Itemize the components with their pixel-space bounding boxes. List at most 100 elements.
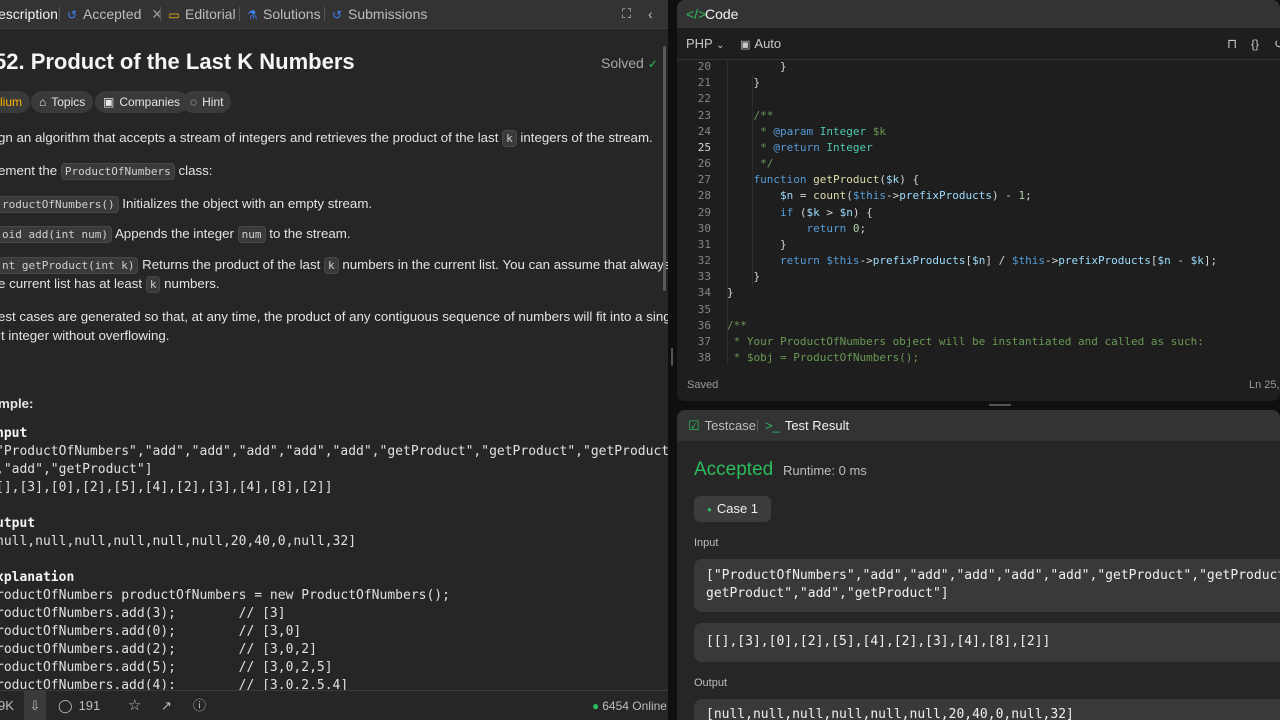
line-number: 33 [697, 270, 711, 283]
difficulty-badge: lium [0, 91, 31, 113]
code-line: /** [727, 319, 747, 332]
tag-icon: ⌂ [39, 95, 47, 109]
description-tab-bar: escription ↺ Accepted ✕ ▭ Editorial ⚗ Solut… [0, 0, 668, 29]
line-number: 29 [697, 206, 711, 219]
inline-code: nt getProduct(int k) [0, 257, 139, 274]
scrollbar[interactable] [663, 46, 666, 291]
example-heading: mple: [0, 396, 34, 411]
tab-divider [239, 7, 240, 21]
line-number: 25 [697, 141, 711, 154]
tab-editorial-label: Editorial [185, 6, 236, 22]
line-number: 32 [697, 254, 711, 267]
output-label: Output [694, 677, 728, 689]
explanation-line: roductOfNumbers.add(4): // [3.0.2.5.4] [0, 678, 349, 690]
code-title: Code [705, 6, 739, 22]
code-toolbar: PHP ⌄ ▣ Auto ⊓ {} ↺ [677, 29, 1280, 60]
bullet-constructor: roductOfNumbers() Initializes the object… [0, 194, 372, 214]
cursor-position: Ln 25, [1249, 379, 1280, 391]
reset-icon[interactable]: ↺ [1274, 29, 1280, 59]
code-line: * Your ProductOfNumbers object will be i… [727, 335, 1204, 348]
format-code-icon[interactable]: {} [1251, 29, 1259, 59]
star-icon[interactable]: ☆ [128, 691, 141, 720]
comments-button[interactable]: ◯ 191 [58, 691, 100, 720]
inline-code: k [324, 257, 339, 274]
hint-label: Hint [202, 95, 224, 109]
line-number: 31 [697, 238, 711, 251]
line-number: 21 [697, 76, 711, 89]
tab-testcase[interactable]: ☑ Testcase [688, 410, 756, 441]
tab-testcase-label: Testcase [704, 418, 756, 433]
inline-code: k [145, 276, 161, 293]
save-status: Saved [687, 379, 719, 391]
resize-handle[interactable] [671, 348, 673, 366]
code-line: */ [727, 157, 774, 170]
line-number: 27 [697, 173, 711, 186]
line-number: 38 [697, 351, 711, 364]
tab-submissions[interactable]: ↺ Submissions [330, 0, 427, 28]
code-line: if ($k > $n) { [779, 206, 873, 219]
bullet-getproduct-cont: e current list has at least k numbers. [0, 274, 220, 294]
line-number: 26 [697, 157, 711, 170]
case-1-button[interactable]: ● Case 1 [694, 496, 772, 522]
text: Returns the product of the last [142, 257, 321, 272]
code-header: </> Code [677, 0, 1280, 28]
tab-editorial[interactable]: ▭ Editorial [167, 0, 236, 28]
text: e current list has at least [0, 276, 143, 291]
description-panel: escription ↺ Accepted ✕ ▭ Editorial ⚗ Solut… [0, 0, 668, 720]
tab-accepted[interactable]: ↺ Accepted ✕ [65, 0, 163, 28]
input-args: [[],[3],[0],[2],[5],[4],[2],[3],[4],[8],… [706, 634, 1051, 649]
text: Appends the integer [114, 226, 234, 241]
companies-label: Companies [119, 95, 181, 109]
bookmark-icon[interactable]: ⊓ [1227, 29, 1237, 59]
inline-code: roductOfNumbers() [0, 196, 119, 213]
tab-description[interactable]: escription [0, 0, 58, 28]
close-tab-icon[interactable]: ✕ [151, 6, 163, 22]
input-line: ["ProductOfNumbers","add","add","add","a… [706, 568, 1280, 583]
text: numbers. [164, 276, 220, 291]
resize-handle[interactable] [989, 404, 1011, 406]
flask-icon: ⚗ [246, 8, 258, 22]
hint-button[interactable]: ◌ Hint [182, 91, 232, 113]
test-tab-bar: ☑ Testcase >_ Test Result [677, 410, 1280, 441]
input-value-box: ["ProductOfNumbers","add","add","add","a… [694, 559, 1280, 612]
code-line: } [727, 76, 761, 89]
topics-button[interactable]: ⌂ Topics [31, 91, 94, 113]
solved-label: Solved [601, 55, 644, 71]
tab-accepted-label: Accepted [83, 6, 142, 22]
tab-solutions[interactable]: ⚗ Solutions [245, 0, 321, 28]
language-select[interactable]: PHP ⌄ [686, 29, 725, 61]
explanation-line: roductOfNumbers.add(3); // [3] [0, 606, 286, 621]
constraint-note-line2: it integer without overflowing. [0, 328, 170, 343]
code-line: return $this->prefixProducts[$n] / $this… [779, 254, 1218, 267]
dislike-icon[interactable]: ⇩ [24, 691, 46, 720]
check-circle-icon: ✓ [647, 57, 658, 71]
problem-statement: gn an algorithm that accepts a stream of… [0, 128, 653, 148]
terminal-icon: >_ [765, 418, 780, 433]
share-icon[interactable]: ↗ [161, 691, 172, 720]
line-number: 30 [697, 222, 711, 235]
text: to the stream. [269, 226, 351, 241]
history-icon: ↺ [66, 8, 78, 22]
tab-test-result[interactable]: >_ Test Result [765, 410, 849, 441]
horizontal-resizer[interactable] [677, 401, 1280, 410]
text: numbers in the current list. You can ass… [342, 257, 668, 272]
line-number: 22 [697, 92, 711, 105]
companies-button[interactable]: ▣ Companies [95, 91, 189, 113]
maximize-icon[interactable]: ⛶ [622, 0, 631, 28]
collapse-icon[interactable]: ‹ [648, 0, 653, 28]
inline-code: num [237, 226, 266, 243]
tab-submissions-label: Submissions [348, 6, 428, 22]
tab-divider [757, 419, 758, 433]
tab-test-result-label: Test Result [784, 418, 850, 433]
auto-mode-toggle[interactable]: ▣ Auto [740, 29, 781, 60]
help-icon[interactable]: ⓘ [193, 691, 206, 720]
explanation-line: roductOfNumbers productOfNumbers = new P… [0, 588, 450, 603]
line-number: 34 [697, 286, 711, 299]
like-button[interactable]: 9K [0, 691, 14, 720]
code-editor[interactable]: 20 21 22 23 24 25 26 27 28 29 30 31 32 3… [677, 59, 1280, 365]
inline-code: ProductOfNumbers [60, 163, 175, 180]
text: class: [178, 163, 213, 178]
line-number: 20 [697, 60, 711, 73]
chevron-down-icon: ⌄ [716, 40, 725, 51]
vertical-resizer[interactable] [668, 0, 676, 720]
